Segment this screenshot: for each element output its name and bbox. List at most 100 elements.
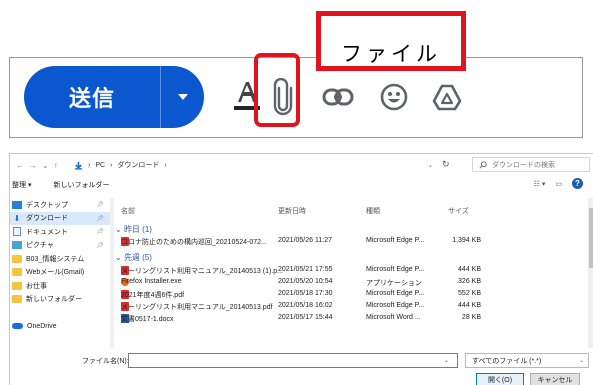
sidebar-item-folder[interactable]: お仕事 bbox=[10, 279, 110, 293]
download-icon: ⬇ bbox=[13, 213, 21, 223]
file-size: 444 KB bbox=[458, 302, 481, 309]
folder-icon bbox=[12, 254, 22, 263]
scrollbar-thumb[interactable] bbox=[589, 208, 593, 268]
preview-pane-icon[interactable]: ▭ bbox=[555, 180, 562, 188]
sidebar-item-label: Webメール(Gmail) bbox=[26, 269, 85, 277]
folder-icon bbox=[12, 268, 22, 277]
file-type: Microsoft Edge P... bbox=[366, 266, 425, 273]
refresh-icon[interactable]: ↻ bbox=[442, 159, 456, 171]
sidebar-item-label: お仕事 bbox=[26, 282, 47, 290]
breadcrumb-pc[interactable]: PC bbox=[95, 162, 105, 169]
up-arrow-icon[interactable]: ↑ bbox=[54, 161, 58, 170]
file-row[interactable]: Firefox Installer.exe 2021/05/20 10:54 ア… bbox=[115, 278, 585, 290]
address-dropdown-icon[interactable]: ⌄ bbox=[428, 162, 433, 169]
file-name: メーリングリスト利用マニュアル_20140513.pdf bbox=[121, 304, 273, 311]
sidebar-item-label: ピクチャ bbox=[26, 242, 54, 250]
insert-emoji-icon bbox=[380, 83, 408, 111]
sidebar-scrollbar[interactable] bbox=[110, 198, 114, 348]
file-row[interactable]: 2021年度4週6件.pdf 2021/05/18 17:30 Microsof… bbox=[115, 290, 585, 302]
nav-buttons: ← → ⌄ ↑ bbox=[10, 161, 58, 170]
file-name: Firefox Installer.exe bbox=[121, 278, 182, 285]
picture-icon bbox=[12, 241, 22, 250]
group-header-last-week[interactable]: ⌄ 先週 (5) bbox=[115, 252, 152, 264]
breadcrumb-sep: › bbox=[88, 161, 91, 169]
sidebar-item-onedrive[interactable]: OneDrive bbox=[10, 320, 110, 334]
sidebar-item-label: デスクトップ bbox=[26, 201, 68, 209]
navigation-pane: デスクトップ 📌︎ ⬇ ダウンロード 📌︎ ドキュメント 📌︎ ピクチャ 📌︎ … bbox=[10, 198, 110, 348]
forward-arrow-icon[interactable]: → bbox=[29, 161, 37, 170]
help-icon[interactable]: ? bbox=[572, 178, 583, 189]
file-open-dialog: ← → ⌄ ↑ › PC › ダウンロード › ⌄ ↻ ダウンロードの検索 整理… bbox=[9, 153, 593, 385]
file-size: 1,394 KB bbox=[452, 237, 481, 244]
sidebar-item-folder[interactable]: B03_情報システム bbox=[10, 252, 110, 266]
open-button[interactable]: 開く(O) bbox=[476, 373, 524, 385]
filetype-select[interactable]: すべてのファイル (*.*) ⌄ bbox=[465, 353, 589, 368]
insert-emoji-button[interactable] bbox=[371, 72, 417, 122]
insert-drive-icon bbox=[432, 84, 462, 111]
column-name[interactable]: 名前 bbox=[121, 206, 135, 216]
group-label: 先週 (5) bbox=[123, 253, 152, 262]
document-icon bbox=[13, 227, 21, 237]
file-date: 2021/05/17 15:44 bbox=[278, 314, 333, 321]
file-size: 28 KB bbox=[461, 314, 481, 321]
sidebar-item-documents[interactable]: ドキュメント 📌︎ bbox=[10, 225, 110, 239]
breadcrumb-downloads[interactable]: ダウンロード bbox=[117, 160, 159, 170]
send-options-button[interactable] bbox=[161, 66, 204, 128]
sidebar-item-folder[interactable]: 新しいフォルダー bbox=[10, 293, 110, 307]
file-date: 2021/05/21 17:55 bbox=[278, 266, 333, 273]
sidebar-item-folder[interactable]: Webメール(Gmail) bbox=[10, 266, 110, 280]
chevron-down-icon: ⌄ bbox=[115, 253, 124, 262]
sidebar-item-desktop[interactable]: デスクトップ 📌︎ bbox=[10, 198, 110, 212]
file-name: コロナ防止のための構内巡回_20210524-072... bbox=[121, 239, 267, 246]
view-mode-icon[interactable]: ☷ ▾ bbox=[534, 180, 546, 188]
file-type: Microsoft Edge P... bbox=[366, 237, 425, 244]
filename-dropdown-icon[interactable]: ⌄ bbox=[444, 357, 449, 364]
file-name: メーリングリスト利用マニュアル_20140513 (1).p... bbox=[121, 268, 283, 275]
pin-icon: 📌︎ bbox=[96, 202, 104, 209]
column-header: 名前 更新日時 種類 サイズ bbox=[115, 206, 585, 218]
column-date[interactable]: 更新日時 bbox=[278, 206, 306, 216]
pin-icon: 📌︎ bbox=[96, 215, 104, 222]
file-size: 444 KB bbox=[458, 266, 481, 273]
file-size: 326 KB bbox=[458, 278, 481, 285]
breadcrumb[interactable]: › PC › ダウンロード › ⌄ bbox=[74, 158, 437, 172]
send-button[interactable]: 送信 bbox=[24, 66, 160, 128]
recent-locations-icon[interactable]: ⌄ bbox=[42, 161, 49, 170]
sidebar-item-downloads[interactable]: ⬇ ダウンロード 📌︎ bbox=[10, 211, 110, 225]
insert-drive-button[interactable] bbox=[424, 72, 470, 122]
file-callout-label: ファイル bbox=[341, 42, 441, 66]
breadcrumb-sep: › bbox=[110, 161, 113, 169]
file-date: 2021/05/26 11:27 bbox=[278, 237, 332, 244]
file-type: アプリケーション bbox=[366, 280, 422, 287]
new-folder-button[interactable]: 新しいフォルダー bbox=[53, 180, 109, 190]
file-date: 2021/05/18 16:02 bbox=[278, 302, 333, 309]
organize-button[interactable]: 整理 ▾ bbox=[12, 180, 31, 190]
chevron-down-icon: ⌄ bbox=[115, 225, 124, 234]
search-input[interactable]: ダウンロードの検索 bbox=[472, 157, 590, 172]
sidebar-item-pictures[interactable]: ピクチャ 📌︎ bbox=[10, 239, 110, 253]
filename-input[interactable] bbox=[128, 353, 458, 368]
column-size[interactable]: サイズ bbox=[448, 206, 469, 216]
file-list: 名前 更新日時 種類 サイズ ⌄ 昨日 (1) コロナ防止のための構内巡回_20… bbox=[115, 198, 585, 348]
file-name: 文書0517-1.docx bbox=[121, 316, 174, 323]
file-row[interactable]: 文書0517-1.docx 2021/05/17 15:44 Microsoft… bbox=[115, 314, 585, 326]
file-row[interactable]: メーリングリスト利用マニュアル_20140513.pdf 2021/05/18 … bbox=[115, 302, 585, 314]
file-date: 2021/05/18 17:30 bbox=[278, 290, 333, 297]
address-row: ← → ⌄ ↑ › PC › ダウンロード › ⌄ ↻ ダウンロードの検索 bbox=[10, 154, 593, 176]
file-row[interactable]: コロナ防止のための構内巡回_20210524-072... 2021/05/26… bbox=[115, 237, 585, 249]
group-header-yesterday[interactable]: ⌄ 昨日 (1) bbox=[115, 224, 152, 236]
column-type[interactable]: 種類 bbox=[366, 206, 380, 216]
insert-link-button[interactable] bbox=[315, 72, 361, 122]
sidebar-item-label: B03_情報システム bbox=[26, 255, 85, 263]
file-list-scrollbar[interactable] bbox=[588, 198, 593, 348]
onedrive-icon bbox=[12, 323, 23, 330]
send-button-group: 送信 bbox=[24, 66, 204, 128]
filetype-value: すべてのファイル (*.*) bbox=[472, 357, 542, 365]
file-type: Microsoft Edge P... bbox=[366, 302, 425, 309]
file-row[interactable]: メーリングリスト利用マニュアル_20140513 (1).p... 2021/0… bbox=[115, 266, 585, 278]
file-date: 2021/05/20 10:54 bbox=[278, 278, 333, 285]
folder-icon bbox=[12, 295, 22, 304]
attach-highlight-box bbox=[254, 53, 300, 127]
back-arrow-icon[interactable]: ← bbox=[16, 161, 24, 170]
cancel-button[interactable]: キャンセル bbox=[530, 373, 580, 385]
